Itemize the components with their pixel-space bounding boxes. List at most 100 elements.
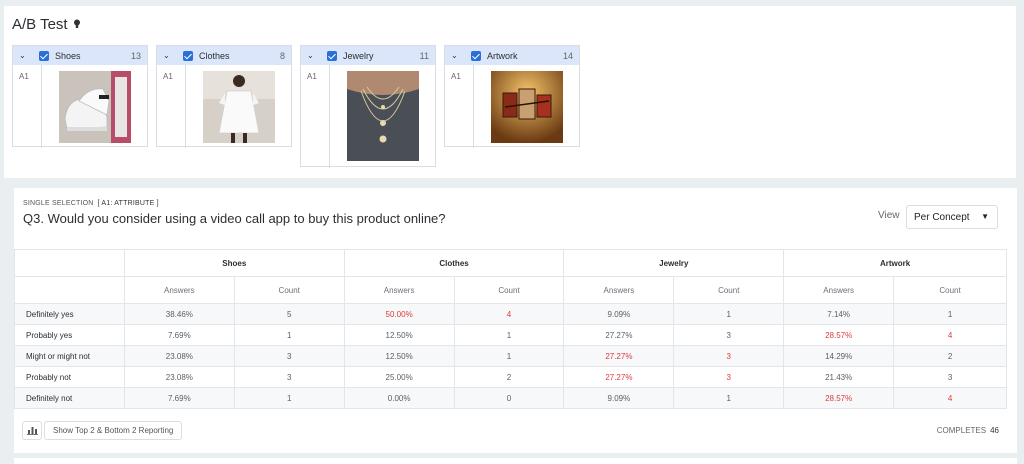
concept-card-shoes: ⌄ Shoes 13 A1 [12,45,148,148]
concepts-panel: A/B Test ⌄ Shoes 13 A1 ⌄ Clothes 8 A1 ⌄ … [4,6,1016,178]
group-header-clothes: Clothes [343,249,565,277]
concept-name: Clothes [199,50,230,61]
table-body: Definitely yes 38.46% 5 50.00% 4 9.09% 1 7.14% 1… [14,303,1007,409]
answer-count-cell: 0 [453,387,565,409]
divider [329,65,330,168]
answer-percent-cell: 23.08% [123,345,235,367]
answer-count-cell: 3 [673,345,785,367]
row-label: Probably yes [14,324,125,346]
answer-percent-cell: 27.27% [563,345,675,367]
concept-card-clothes: ⌄ Clothes 8 A1 [156,45,292,148]
answer-percent-cell: 0.00% [343,387,455,409]
painting-image[interactable] [491,71,563,143]
necklace-image[interactable] [347,71,419,161]
answer-percent-cell: 7.14% [783,303,895,325]
answer-count-cell: 2 [453,366,565,388]
concept-count: 11 [419,50,429,61]
completes-value: 46 [990,426,999,435]
view-select-value: Per Concept [914,211,970,223]
table-corner [14,249,125,277]
answer-percent-cell: 9.09% [563,303,675,325]
view-label: View [878,210,900,221]
col-header-count: Count [233,276,345,304]
col-header-answers: Answers [563,276,675,304]
chevron-down-icon[interactable]: ⌄ [163,51,177,60]
completes-summary: COMPLETES 46 [937,426,999,435]
answer-percent-cell: 50.00% [343,303,455,325]
answer-percent-cell: 27.27% [563,366,675,388]
chevron-down-icon[interactable]: ⌄ [451,51,465,60]
table-row: Definitely not 7.69% 1 0.00% 0 9.09% 1 28.57% 4 [14,387,1007,409]
attribute-label: A1 [19,72,29,81]
table-row: Definitely yes 38.46% 5 50.00% 4 9.09% 1 7.14% 1 [14,303,1007,325]
table-corner-sub [14,276,125,304]
col-header-answers: Answers [123,276,235,304]
concept-checkbox[interactable] [471,50,481,61]
row-label: Might or might not [14,345,125,367]
answer-percent-cell: 21.43% [783,366,895,388]
shoes-image[interactable] [59,71,131,143]
answer-count-cell: 3 [893,366,1007,388]
answer-percent-cell: 28.57% [783,324,895,346]
answer-percent-cell: 7.69% [123,387,235,409]
chart-icon-button[interactable] [22,421,42,440]
results-table: Shoes Clothes Jewelry Artwork Answers Co… [14,249,1007,409]
answer-count-cell: 3 [673,324,785,346]
concept-card-jewelry: ⌄ Jewelry 11 A1 [300,45,436,168]
group-header-artwork: Artwork [783,249,1007,277]
row-label: Probably not [14,366,125,388]
chevron-down-icon[interactable]: ⌄ [19,51,33,60]
concept-count: 14 [562,50,573,61]
concept-checkbox[interactable] [183,50,193,61]
col-header-answers: Answers [343,276,455,304]
top-bottom-report-button[interactable]: Show Top 2 & Bottom 2 Reporting [44,421,183,440]
concept-count: 8 [279,50,285,61]
attribute-label: A1 [307,72,317,81]
answer-count-cell: 3 [233,345,345,367]
question-type: SINGLE SELECTION[ A1: ATTRIBUTE ] [23,200,159,207]
answer-percent-cell: 12.50% [343,324,455,346]
answer-percent-cell: 12.50% [343,345,455,367]
table-row: Probably not 23.08% 3 25.00% 2 27.27% 3 21.43% 3 [14,366,1007,388]
question-attribute: [ A1: ATTRIBUTE ] [97,200,159,207]
concept-count: 13 [130,50,141,61]
dress-image[interactable] [203,71,275,143]
concept-name: Artwork [487,50,518,61]
answer-count-cell: 3 [233,366,345,388]
answer-count-cell: 1 [893,303,1007,325]
answer-count-cell: 1 [233,324,345,346]
next-card-edge [14,458,1017,464]
answer-count-cell: 4 [893,324,1007,346]
chevron-down-icon: ▼ [981,212,989,221]
answer-count-cell: 2 [893,345,1007,367]
chevron-down-icon[interactable]: ⌄ [307,51,321,60]
answer-count-cell: 3 [673,366,785,388]
group-header-jewelry: Jewelry [563,249,785,277]
answer-percent-cell: 27.27% [563,324,675,346]
lightbulb-icon[interactable] [73,19,81,30]
divider [41,65,42,148]
concept-name: Jewelry [343,50,374,61]
answer-count-cell: 4 [453,303,565,325]
page-title: A/B Test [12,16,81,33]
concept-checkbox[interactable] [39,50,49,61]
concept-card-artwork: ⌄ Artwork 14 A1 [444,45,580,148]
completes-label: COMPLETES [936,426,987,435]
divider [185,65,186,148]
answer-percent-cell: 25.00% [343,366,455,388]
answer-count-cell: 5 [233,303,345,325]
answer-count-cell: 4 [893,387,1007,409]
table-row: Probably yes 7.69% 1 12.50% 1 27.27% 3 28.57% 4 [14,324,1007,346]
table-row: Might or might not 23.08% 3 12.50% 1 27.27% 3 1… [14,345,1007,367]
view-select[interactable]: Per Concept ▼ [906,205,998,229]
answer-percent-cell: 23.08% [123,366,235,388]
answer-count-cell: 1 [453,324,565,346]
answer-percent-cell: 38.46% [123,303,235,325]
bar-chart-icon [26,427,38,435]
page-title-text: A/B Test [12,16,68,33]
question-type-text: SINGLE SELECTION [23,200,94,207]
col-header-count: Count [453,276,565,304]
concept-checkbox[interactable] [327,50,337,61]
answer-count-cell: 1 [453,345,565,367]
row-label: Definitely not [14,387,125,409]
